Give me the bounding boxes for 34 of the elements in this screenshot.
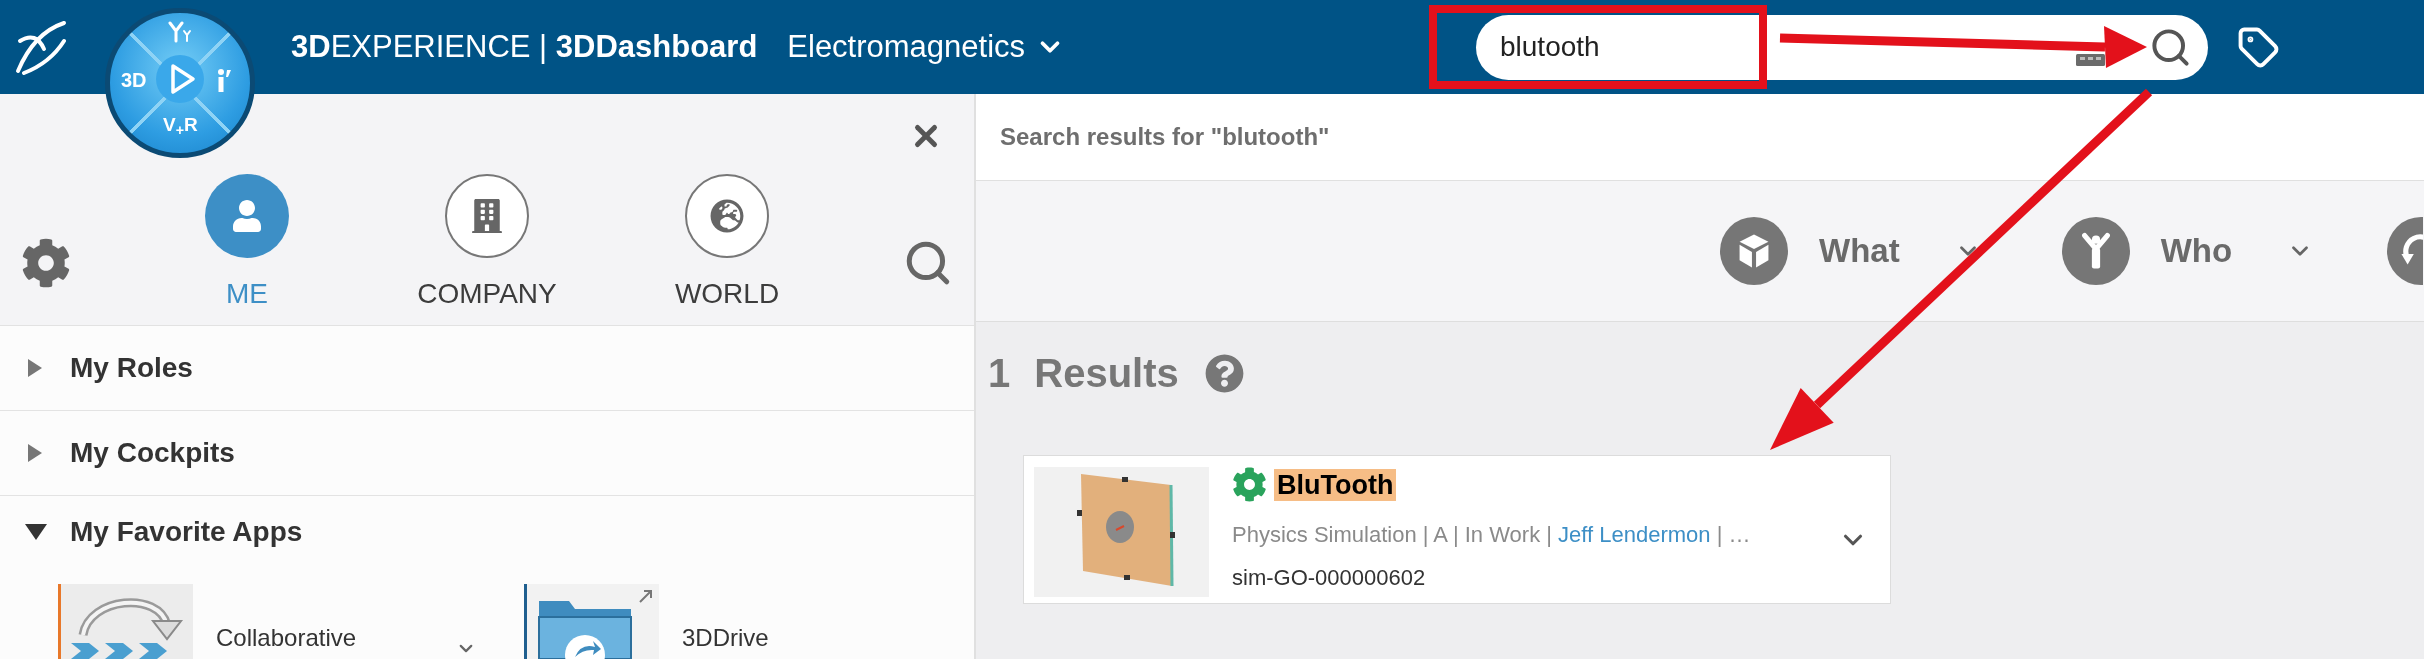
- result-card[interactable]: BluTooth Physics Simulation | A | In Work | Jeff Lendermon | … sim-GO-000000602: [1023, 455, 1891, 604]
- logo-icon: [14, 19, 68, 75]
- workspace-dropdown[interactable]: Electromagnetics: [787, 29, 1066, 65]
- search-field[interactable]: blutooth: [1476, 14, 2208, 80]
- app-name[interactable]: 3DDrive: [682, 624, 769, 652]
- y-shape-icon[interactable]: [168, 21, 192, 43]
- cube-icon: [1720, 217, 1788, 285]
- app-title: 3DEXPERIENCE | 3DDashboard: [291, 29, 758, 65]
- play-icon[interactable]: [156, 55, 204, 103]
- settings-icon[interactable]: [21, 238, 71, 288]
- result-title[interactable]: BluTooth: [1274, 468, 1397, 501]
- keyboard-icon[interactable]: [2076, 53, 2105, 66]
- app-name[interactable]: Collaborative: [216, 624, 357, 652]
- info-icon[interactable]: [217, 68, 233, 92]
- results-label: Results: [1034, 350, 1179, 396]
- filter-dropdown[interactable]: Who: [2061, 217, 2314, 285]
- help-icon[interactable]: [1204, 353, 1244, 393]
- owner-link[interactable]: Jeff Lendermon: [1558, 522, 1711, 547]
- filter-dropdown[interactable]: What: [1720, 217, 1981, 285]
- meta-line: Physics Simulation | A | In Work | Jeff Lendermon | …: [1232, 521, 1752, 549]
- result-count: 1: [988, 350, 1011, 396]
- scope-tab[interactable]: WORLD: [607, 174, 847, 310]
- y-shape-icon: [2061, 217, 2130, 285]
- app-tile[interactable]: [527, 584, 659, 659]
- object-id: sim-GO-000000602: [1232, 564, 1427, 592]
- gear-icon: [1232, 467, 1267, 502]
- app-tile[interactable]: [61, 584, 193, 659]
- section-header[interactable]: My Roles: [0, 326, 974, 410]
- circular-arrow-icon[interactable]: [2387, 217, 2424, 285]
- section-header[interactable]: My Cockpits: [0, 411, 974, 495]
- results-title: Search results for "blutooth": [1000, 122, 1330, 152]
- scope-tab[interactable]: COMPANY: [367, 174, 607, 310]
- section-header[interactable]: My Favorite Apps: [0, 496, 974, 568]
- tag-icon[interactable]: [2237, 25, 2280, 69]
